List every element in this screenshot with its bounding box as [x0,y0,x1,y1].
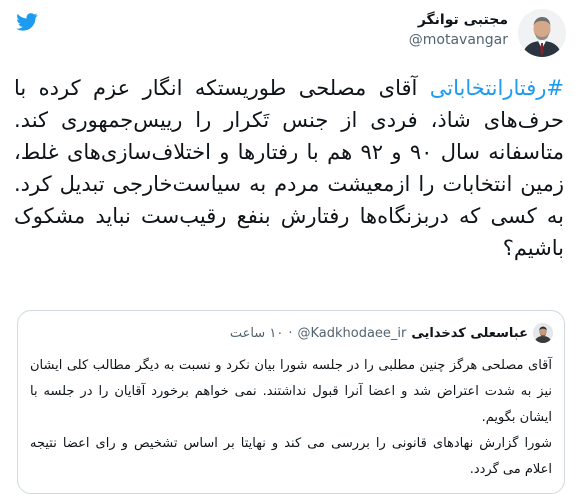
hashtag-link[interactable]: #رفتارانتخاباتی [430,76,564,100]
quoted-timestamp[interactable]: ۱۰ ساعت [230,326,283,341]
tweet-card: مجتبی توانگر @motavangar #رفتارانتخاباتی… [0,0,580,502]
quoted-tweet-header: عباسعلی کدخدایی @Kadkhodaee_ir · ۱۰ ساعت [230,323,553,343]
quoted-paragraph: آقای مصلحی هرگز چنین مطلبی را در جلسه شو… [30,358,552,425]
author-info: مجتبی توانگر @motavangar [409,10,508,50]
quoted-author-avatar-image [533,323,553,343]
author-handle[interactable]: @motavangar [409,30,508,50]
tweet-text: #رفتارانتخاباتی آقای مصلحی طوریستکه انگا… [14,72,564,264]
author-avatar[interactable] [518,9,566,57]
author-name[interactable]: مجتبی توانگر [409,10,508,30]
quoted-tweet[interactable]: عباسعلی کدخدایی @Kadkhodaee_ir · ۱۰ ساعت… [17,310,565,494]
quoted-author-handle[interactable]: @Kadkhodaee_ir [297,326,406,341]
tweet-text-content: آقای مصلحی طوریستکه انگار عزم کرده با حر… [14,76,564,260]
twitter-bird-icon[interactable] [16,13,38,31]
quoted-author-name[interactable]: عباسعلی کدخدایی [411,326,528,341]
quoted-separator: · [288,325,293,341]
author-avatar-image [518,9,566,57]
quoted-tweet-text: آقای مصلحی هرگز چنین مطلبی را در جلسه شو… [30,353,552,483]
quoted-paragraph: شورا گزارش نهادهای قانونی را بررسی می کن… [30,436,552,477]
quoted-author-avatar[interactable] [533,323,553,343]
